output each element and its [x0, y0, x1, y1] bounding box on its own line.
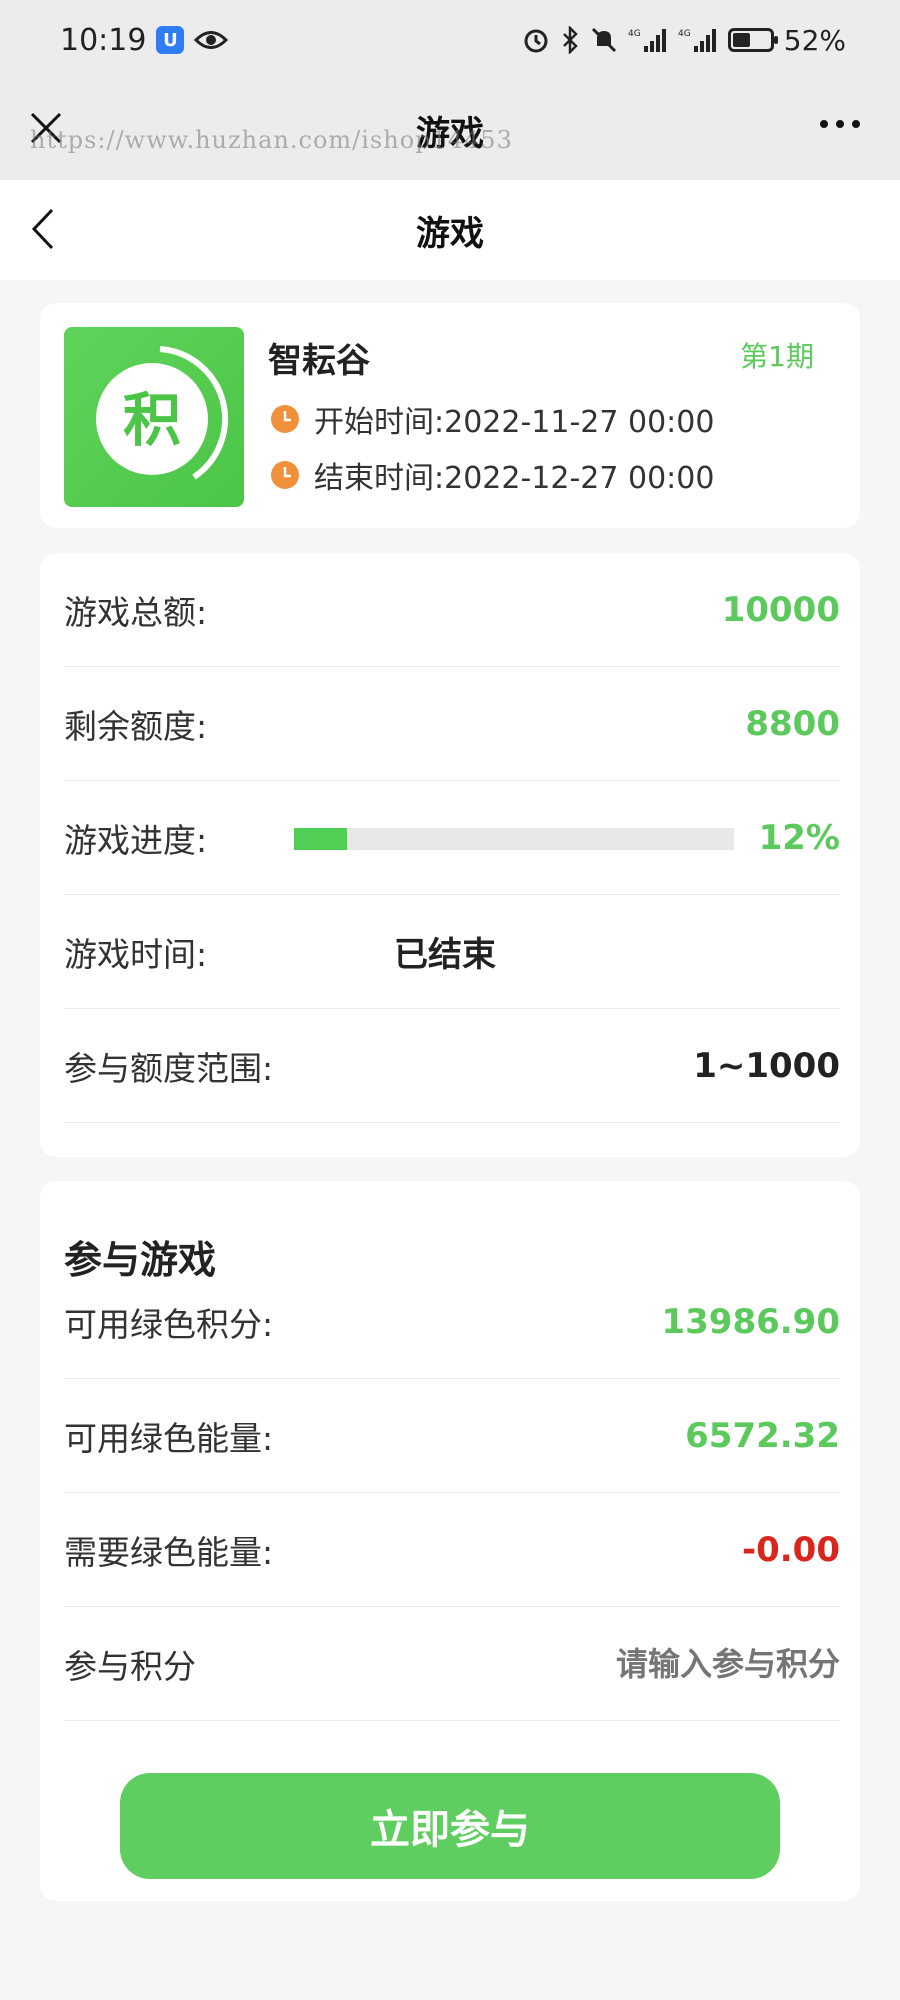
total-label: 游戏总额:: [64, 592, 208, 632]
join-button[interactable]: 立即参与: [120, 1773, 780, 1879]
progress-bar: [294, 828, 734, 850]
need-energy-row: 需要绿色能量: -0.00: [64, 1493, 840, 1607]
bluetooth-icon: [562, 26, 578, 54]
signal-icon: 4G: [678, 29, 716, 52]
eye-icon: [194, 31, 229, 49]
total-value: 10000: [721, 589, 840, 630]
page-header: 游戏: [0, 180, 900, 280]
remaining-value: 8800: [745, 703, 840, 744]
status-left: 10:19 U: [60, 22, 229, 58]
progress-label: 游戏进度:: [64, 820, 208, 860]
status-bar: 10:19 U 4G 4G 52%: [0, 0, 900, 80]
clock-icon: [271, 405, 299, 433]
time-row: 游戏时间: 已结束: [64, 895, 840, 1009]
end-time-row: 结束时间:2022-12-27 00:00: [270, 453, 714, 497]
alarm-icon: [524, 29, 548, 53]
svg-text:4G: 4G: [628, 29, 641, 39]
period-badge: 第1期: [740, 340, 814, 373]
more-icon[interactable]: [820, 120, 860, 128]
url-watermark: https://www.huzhan.com/ishop14453: [30, 126, 513, 154]
start-time-row: 开始时间:2022-11-27 00:00: [270, 397, 714, 441]
points-logo-icon: 积: [96, 346, 229, 480]
progress-fill: [294, 828, 347, 850]
total-row: 游戏总额: 10000: [64, 553, 840, 667]
clock-icon: [271, 461, 299, 489]
energy-label: 可用绿色能量:: [64, 1418, 274, 1458]
end-time: 结束时间:2022-12-27 00:00: [314, 461, 715, 496]
game-time-label: 游戏时间:: [64, 934, 208, 974]
progress-row: 游戏进度: 12%: [64, 781, 840, 895]
mute-icon: [591, 27, 616, 53]
points-row: 可用绿色积分: 13986.90: [64, 1265, 840, 1379]
status-right: 4G 4G 52%: [522, 24, 846, 57]
progress-value: 12%: [758, 817, 840, 858]
webview-bar: 游戏 https://www.huzhan.com/ishop14453: [0, 80, 900, 180]
signal-icon: 4G: [628, 29, 666, 52]
stats-card: 游戏总额: 10000 剩余额度: 8800 游戏进度: 12% 游戏时间: 已…: [40, 553, 860, 1157]
energy-row: 可用绿色能量: 6572.32: [64, 1379, 840, 1493]
range-row: 参与额度范围: 1~1000: [64, 1009, 840, 1123]
need-energy-value: -0.00: [742, 1529, 840, 1570]
energy-value: 6572.32: [685, 1415, 840, 1456]
logo-char: 积: [123, 386, 181, 454]
game-name: 智耘谷: [268, 341, 370, 381]
game-info-card: 积 智耘谷 第1期 开始时间:2022-11-27 00:00 结束时间:202…: [40, 303, 860, 528]
join-card: 参与游戏 可用绿色积分: 13986.90 可用绿色能量: 6572.32 需要…: [40, 1181, 860, 1901]
app-notification-icon: U: [156, 26, 185, 54]
battery-fill: [732, 33, 750, 47]
status-time: 10:19: [60, 22, 147, 58]
battery-percent: 52%: [783, 23, 846, 57]
battery-icon: [727, 28, 778, 52]
game-logo: 积: [64, 327, 244, 507]
page-title: 游戏: [416, 213, 484, 254]
range-value: 1~1000: [693, 1045, 840, 1086]
range-label: 参与额度范围:: [64, 1048, 274, 1088]
need-energy-label: 需要绿色能量:: [64, 1532, 274, 1572]
start-time: 开始时间:2022-11-27 00:00: [314, 405, 715, 440]
back-icon[interactable]: [28, 204, 68, 254]
remaining-row: 剩余额度: 8800: [64, 667, 840, 781]
input-label: 参与积分: [64, 1646, 196, 1686]
points-input[interactable]: [520, 1644, 840, 1683]
game-time-status: 已结束: [394, 935, 496, 975]
svg-text:4G: 4G: [678, 29, 691, 39]
remaining-label: 剩余额度:: [64, 706, 208, 746]
input-row: 参与积分: [64, 1607, 840, 1721]
points-label: 可用绿色积分:: [64, 1304, 274, 1344]
points-value: 13986.90: [661, 1301, 840, 1342]
